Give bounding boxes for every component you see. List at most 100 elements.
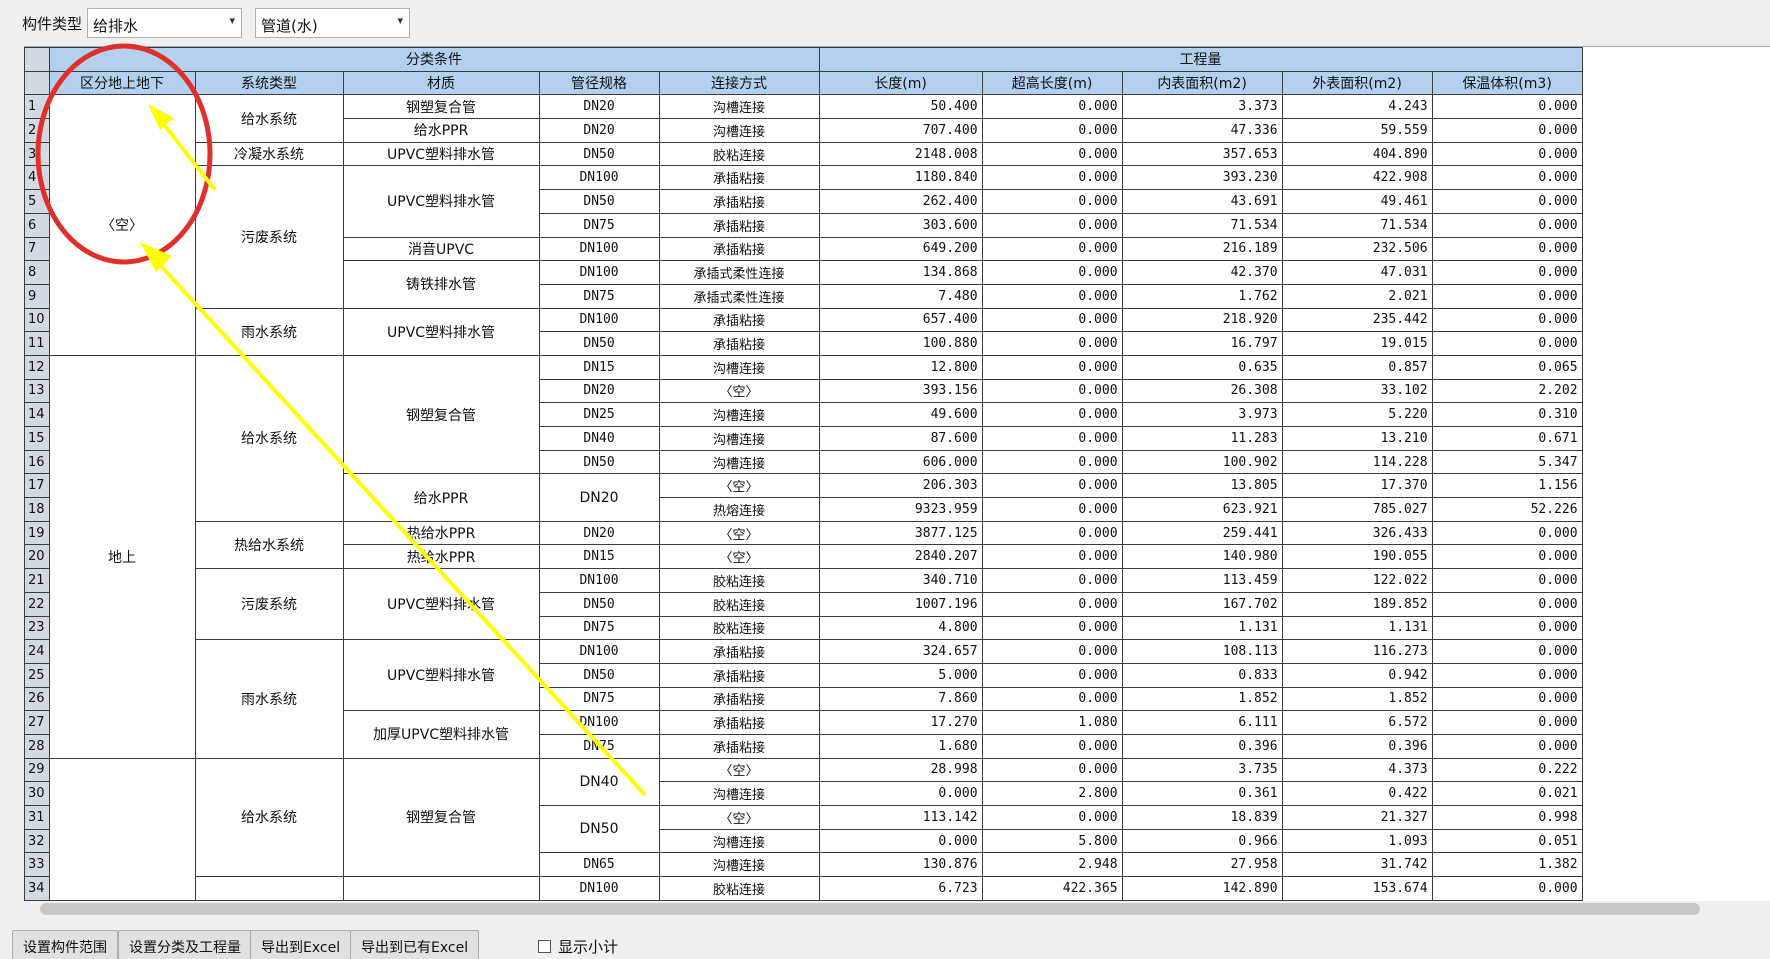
cell-connection[interactable]: 〈空〉 — [658, 378, 820, 404]
cell-quantity[interactable]: 5.347 — [1431, 449, 1583, 475]
cell-quantity[interactable]: 0.000 — [1431, 686, 1583, 712]
cell-quantity[interactable]: 28.998 — [818, 757, 983, 783]
cell-quantity[interactable]: 9323.959 — [818, 497, 983, 522]
cell-system-type[interactable]: 雨水系统 — [194, 307, 344, 356]
table-row[interactable]: 4 污废系统 UPVC塑料排水管 DN100 承插粘接 1180.840 0.000 393.… — [24, 165, 1583, 309]
cell-pipe-size[interactable]: DN75 — [538, 686, 660, 712]
cell-quantity[interactable]: 52.226 — [1431, 497, 1583, 522]
cell-area[interactable]: 〈空〉 — [48, 94, 196, 356]
cell-quantity[interactable]: 235.442 — [1281, 307, 1433, 333]
cell-connection[interactable]: 承插粘接 — [658, 686, 820, 712]
cell-quantity[interactable]: 0.000 — [1431, 544, 1583, 570]
column-header[interactable]: 超高长度(m) — [981, 70, 1123, 96]
cell-quantity[interactable]: 393.230 — [1121, 165, 1283, 191]
cell-pipe-size[interactable]: DN75 — [538, 615, 660, 641]
cell-quantity[interactable]: 50.400 — [818, 94, 983, 120]
cell-material[interactable]: 热给水PPR — [342, 544, 540, 570]
cell-quantity[interactable]: 108.113 — [1121, 639, 1283, 664]
table-row[interactable]: 34 DN100 胶粘连接 6.723 422.365 142.890 153.674 0.0… — [24, 876, 1583, 901]
cell-connection[interactable]: 沟槽连接 — [658, 94, 820, 120]
cell-quantity[interactable]: 0.000 — [981, 544, 1123, 570]
cell-connection[interactable]: 热熔连接 — [658, 497, 820, 522]
cell-pipe-size[interactable]: DN20 — [538, 473, 660, 522]
cell-quantity[interactable]: 0.000 — [981, 165, 1123, 191]
cell-pipe-size[interactable]: DN50 — [538, 331, 660, 356]
cell-quantity[interactable]: 7.480 — [818, 283, 983, 309]
table-row[interactable]: 10 雨水系统 UPVC塑料排水管 DN100 承插粘接 657.400 0.000 218.… — [24, 307, 1583, 356]
cell-connection[interactable]: 承插粘接 — [658, 307, 820, 333]
cell-quantity[interactable]: 17.270 — [818, 710, 983, 735]
cell-quantity[interactable]: 606.000 — [818, 449, 983, 475]
cell-connection[interactable]: 〈空〉 — [658, 520, 820, 546]
cell-quantity[interactable]: 0.000 — [1431, 283, 1583, 309]
column-header[interactable]: 外表面积(m2) — [1281, 70, 1433, 96]
cell-quantity[interactable]: 71.534 — [1121, 212, 1283, 238]
cell-quantity[interactable]: 0.000 — [1431, 236, 1583, 262]
cell-quantity[interactable]: 0.396 — [1121, 733, 1283, 759]
cell-quantity[interactable]: 49.600 — [818, 402, 983, 427]
component-category-select[interactable]: 给排水 ▾ — [87, 8, 242, 38]
cell-quantity[interactable]: 0.966 — [1121, 828, 1283, 854]
cell-system-type[interactable]: 污废系统 — [194, 568, 344, 641]
cell-connection[interactable]: 沟槽连接 — [658, 781, 820, 806]
cell-quantity[interactable]: 21.327 — [1281, 805, 1433, 830]
cell-system-type[interactable]: 热给水系统 — [194, 520, 344, 570]
cell-pipe-size[interactable]: DN40 — [538, 426, 660, 451]
cell-quantity[interactable]: 0.000 — [981, 378, 1123, 404]
cell-quantity[interactable]: 142.890 — [1121, 876, 1283, 901]
cell-quantity[interactable]: 357.653 — [1121, 141, 1283, 167]
cell-connection[interactable]: 承插粘接 — [658, 733, 820, 759]
cell-quantity[interactable]: 0.000 — [1431, 568, 1583, 593]
cell-connection[interactable]: 沟槽连接 — [658, 118, 820, 143]
cell-quantity[interactable]: 218.920 — [1121, 307, 1283, 333]
cell-pipe-size[interactable]: DN50 — [538, 449, 660, 475]
cell-quantity[interactable]: 0.000 — [981, 757, 1123, 783]
cell-quantity[interactable]: 140.980 — [1121, 544, 1283, 570]
cell-quantity[interactable]: 4.800 — [818, 615, 983, 641]
cell-quantity[interactable]: 167.702 — [1121, 591, 1283, 617]
cell-quantity[interactable]: 206.303 — [818, 473, 983, 499]
cell-quantity[interactable]: 657.400 — [818, 307, 983, 333]
cell-quantity[interactable]: 0.000 — [981, 212, 1123, 238]
cell-quantity[interactable]: 0.000 — [981, 426, 1123, 451]
cell-quantity[interactable]: 100.880 — [818, 331, 983, 356]
table-row[interactable]: 29 给水系统 钢塑复合管 DN40 〈空〉 28.998 0.000 3.735 4.373 0… — [24, 757, 1583, 901]
cell-quantity[interactable]: 26.308 — [1121, 378, 1283, 404]
column-header[interactable]: 长度(m) — [818, 70, 983, 96]
cell-area[interactable]: 地上 — [48, 354, 196, 759]
cell-connection[interactable]: 胶粘连接 — [658, 876, 820, 901]
cell-connection[interactable]: 承插粘接 — [658, 639, 820, 664]
cell-quantity[interactable]: 0.000 — [1431, 520, 1583, 546]
cell-pipe-size[interactable]: DN50 — [538, 189, 660, 214]
cell-quantity[interactable]: 0.000 — [981, 402, 1123, 427]
column-header[interactable]: 系统类型 — [194, 70, 344, 96]
cell-quantity[interactable]: 113.142 — [818, 805, 983, 830]
cell-quantity[interactable]: 0.000 — [981, 591, 1123, 617]
cell-area[interactable] — [48, 757, 196, 901]
cell-quantity[interactable]: 31.742 — [1281, 852, 1433, 878]
cell-pipe-size[interactable]: DN15 — [538, 354, 660, 380]
cell-quantity[interactable]: 19.015 — [1281, 331, 1433, 356]
quantity-grid[interactable]: 分类条件 工程量 区分地上地下 系统类型 材质 管径规格 连接方式 长度(m) … — [24, 46, 1770, 901]
cell-quantity[interactable]: 0.000 — [981, 307, 1123, 333]
cell-quantity[interactable]: 393.156 — [818, 378, 983, 404]
cell-quantity[interactable]: 0.000 — [1431, 331, 1583, 356]
cell-system-type[interactable]: 雨水系统 — [194, 639, 344, 759]
cell-quantity[interactable]: 0.000 — [1431, 615, 1583, 641]
cell-pipe-size[interactable]: DN20 — [538, 520, 660, 546]
cell-quantity[interactable]: 42.370 — [1121, 260, 1283, 285]
cell-quantity[interactable]: 303.600 — [818, 212, 983, 238]
cell-quantity[interactable]: 12.800 — [818, 354, 983, 380]
cell-quantity[interactable]: 0.310 — [1431, 402, 1583, 427]
cell-quantity[interactable]: 0.021 — [1431, 781, 1583, 806]
cell-quantity[interactable]: 0.000 — [981, 354, 1123, 380]
cell-material[interactable]: UPVC塑料排水管 — [342, 141, 540, 167]
cell-quantity[interactable]: 43.691 — [1121, 189, 1283, 214]
cell-quantity[interactable]: 0.422 — [1281, 781, 1433, 806]
cell-connection[interactable]: 〈空〉 — [658, 805, 820, 830]
cell-quantity[interactable]: 0.000 — [1431, 876, 1583, 901]
cell-quantity[interactable]: 114.228 — [1281, 449, 1433, 475]
cell-quantity[interactable]: 5.000 — [818, 662, 983, 688]
cell-pipe-size[interactable]: DN15 — [538, 544, 660, 570]
cell-connection[interactable]: 承插粘接 — [658, 710, 820, 735]
